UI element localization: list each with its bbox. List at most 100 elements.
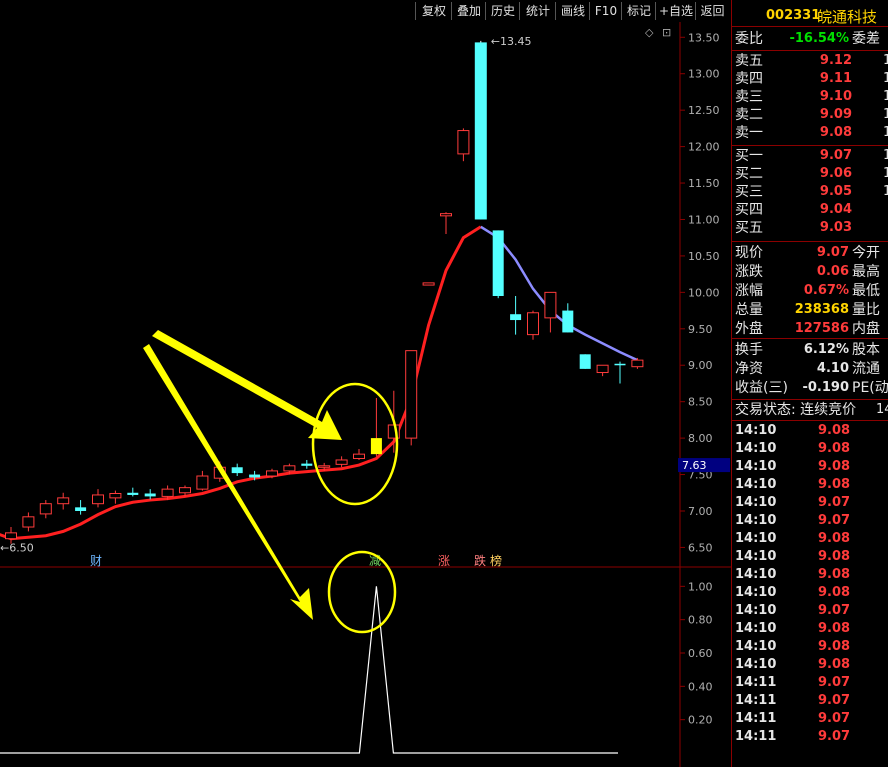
ask-price: 9.09 bbox=[819, 107, 852, 122]
diamond-icon: ◇ bbox=[645, 26, 654, 39]
toolbar-button-5[interactable]: F10 bbox=[589, 2, 622, 20]
annotation-circle-indicator bbox=[327, 550, 397, 634]
kline-chart-area[interactable]: 13.50 13.00 12.50 12.00 11.50 11.00 10.50 10.00… bbox=[0, 22, 731, 767]
price-tick-label: 6.50 bbox=[688, 541, 713, 554]
price-tick-label: 9.00 bbox=[688, 359, 713, 372]
stat-value: 9.07 bbox=[816, 245, 849, 260]
stat-label2: 最高 bbox=[852, 264, 880, 280]
bid-price: 9.07 bbox=[819, 148, 852, 163]
panel-divider bbox=[732, 50, 888, 51]
tick-price: 9.08 bbox=[818, 423, 851, 438]
annotation-arrow-right bbox=[152, 330, 342, 440]
indicator-tick-label: 0.60 bbox=[688, 647, 713, 660]
stat-row: 收益(三) -0.190 PE(动 bbox=[732, 379, 888, 397]
ask-volume-cut: 1 bbox=[883, 89, 888, 104]
candle-body-up bbox=[266, 470, 278, 477]
stat-row: 换手 6.12% 股本 bbox=[732, 341, 888, 359]
stat-row: 净资 4.10 流通 bbox=[732, 360, 888, 378]
toolbar-button-7[interactable]: +自选 bbox=[655, 2, 696, 20]
ask-volume-cut: 1 bbox=[883, 125, 888, 140]
stat-value: 0.67% bbox=[803, 283, 849, 298]
indicator-tick-label: 0.20 bbox=[688, 714, 713, 727]
ask-row: 卖二 9.09 1 bbox=[732, 106, 888, 124]
candle-body-down bbox=[474, 42, 487, 220]
bid-volume-cut: 1 bbox=[883, 148, 888, 163]
tick-time: 14:10 bbox=[735, 513, 777, 528]
panel-divider bbox=[732, 241, 888, 242]
toolbar-button-6[interactable]: 标记 bbox=[621, 2, 656, 20]
candle-body-up bbox=[5, 532, 17, 540]
stat-value: 0.06 bbox=[816, 264, 849, 279]
candle-body-up bbox=[335, 459, 348, 465]
ask-price: 9.08 bbox=[819, 125, 852, 140]
ask-row: 卖三 9.10 1 bbox=[732, 88, 888, 106]
tick-price: 9.08 bbox=[818, 657, 851, 672]
panel-divider bbox=[732, 26, 888, 27]
tick-price: 9.07 bbox=[818, 729, 851, 744]
trade-status: 交易状态: 连续竞价 bbox=[735, 402, 857, 418]
price-tick-label: 9.50 bbox=[688, 323, 713, 336]
ask-price: 9.11 bbox=[819, 71, 852, 86]
tick-time: 14:10 bbox=[735, 549, 777, 564]
kline-chart[interactable]: 13.50 13.00 12.50 12.00 11.50 11.00 10.50 10.00… bbox=[0, 22, 731, 767]
tick-price: 9.08 bbox=[818, 549, 851, 564]
stat-label: 净资 bbox=[735, 361, 763, 377]
tick-price: 9.08 bbox=[818, 621, 851, 636]
panel-divider bbox=[732, 420, 888, 421]
current-price-label: 7.63 bbox=[682, 459, 707, 472]
candle-body-up bbox=[161, 488, 174, 497]
bid-row: 买二 9.06 1 bbox=[732, 165, 888, 183]
tick-time: 14:10 bbox=[735, 477, 777, 492]
price-tick-label: 8.00 bbox=[688, 432, 713, 445]
ask-price: 9.10 bbox=[819, 89, 852, 104]
toolbar-button-2[interactable]: 历史 bbox=[485, 2, 520, 20]
stat-label2: 量比 bbox=[852, 302, 880, 318]
ask-label: 卖二 bbox=[735, 107, 763, 123]
stat-label: 换手 bbox=[735, 342, 763, 358]
candle-body-down bbox=[562, 310, 574, 333]
candle-body-up bbox=[422, 282, 435, 286]
stat-label2: 最低 bbox=[852, 283, 880, 299]
webi-diff-label: 委差 bbox=[852, 31, 880, 47]
ask-label: 卖五 bbox=[735, 53, 763, 69]
trade-status-row: 交易状态: 连续竞价 14 bbox=[732, 401, 888, 419]
price-tick-label: 12.50 bbox=[688, 104, 720, 117]
candle-body-highlight bbox=[370, 438, 382, 455]
toolbar-button-3[interactable]: 统计 bbox=[519, 2, 556, 20]
stat-row: 总量 238368 量比 bbox=[732, 301, 888, 319]
toolbar-button-4[interactable]: 画线 bbox=[555, 2, 590, 20]
candle-body-down bbox=[127, 492, 139, 495]
price-tick-label: 11.00 bbox=[688, 213, 720, 226]
candle-body-down bbox=[510, 314, 522, 321]
price-tick-label: 10.00 bbox=[688, 286, 720, 299]
stat-value: 127586 bbox=[794, 321, 849, 336]
stat-label2: 内盘 bbox=[852, 321, 880, 337]
candle-body-down bbox=[301, 463, 313, 466]
indicator-tick-label: 0.80 bbox=[688, 614, 713, 627]
indicator-tick-label: 1.00 bbox=[688, 580, 713, 593]
stat-label: 总量 bbox=[735, 302, 763, 318]
panel-divider bbox=[732, 338, 888, 339]
annotation-circle-candle bbox=[311, 382, 399, 506]
chart-toolbar: 复权 叠加 历史 统计 画线 F10 标记 +自选 返回 bbox=[0, 0, 731, 22]
candle-body-up bbox=[596, 364, 609, 374]
price-tick-label: 7.00 bbox=[688, 505, 713, 518]
price-tick-label: 10.50 bbox=[688, 250, 720, 263]
webi-row: 委比 -16.54% 委差 bbox=[732, 30, 888, 48]
stat-label2: 今开 bbox=[852, 245, 880, 261]
toolbar-button-8[interactable]: 返回 bbox=[695, 2, 729, 20]
ask-row: 卖四 9.11 1 bbox=[732, 70, 888, 88]
tick-time: 14:10 bbox=[735, 459, 777, 474]
bid-label: 买三 bbox=[735, 184, 763, 200]
stat-row: 现价 9.07 今开 bbox=[732, 244, 888, 262]
expand-icon: ⊡ bbox=[662, 26, 671, 39]
stat-label2: 股本 bbox=[852, 342, 880, 358]
toolbar-button-1[interactable]: 叠加 bbox=[451, 2, 486, 20]
candle-body-up bbox=[440, 213, 452, 217]
bid-label: 买五 bbox=[735, 220, 763, 236]
candle-body-up bbox=[179, 487, 191, 494]
candle-body-down bbox=[231, 467, 243, 474]
toolbar-button-0[interactable]: 复权 bbox=[415, 2, 452, 20]
tick-time: 14:10 bbox=[735, 639, 777, 654]
candle-body-up bbox=[527, 312, 539, 336]
